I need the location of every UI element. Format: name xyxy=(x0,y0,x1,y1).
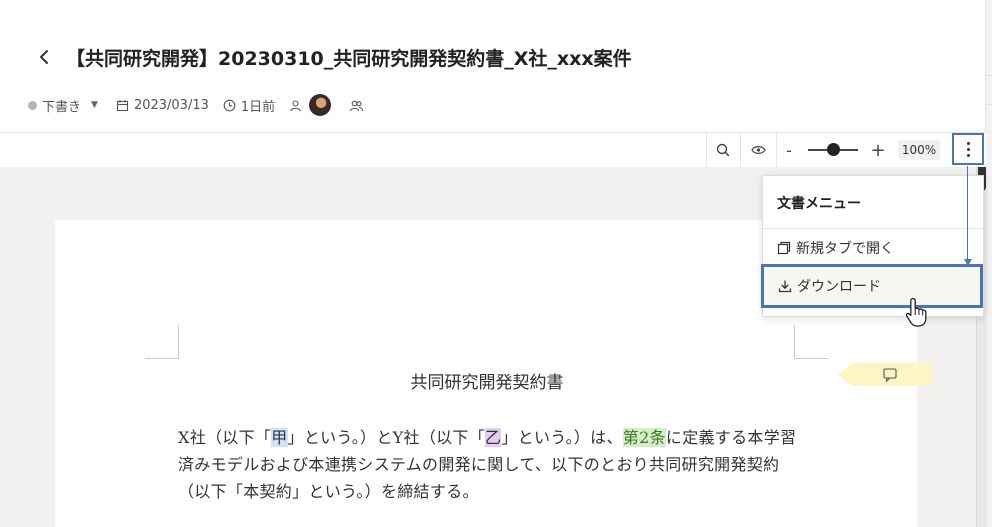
menu-heading: 文書メニュー xyxy=(777,196,861,212)
page-title: 【共同研究開発】20230310_共同研究開発契約書_X社_xxx案件 xyxy=(66,48,632,70)
eye-icon xyxy=(750,146,766,154)
document-title: 共同研究開発契約書 xyxy=(410,373,564,393)
highlight-clause-link[interactable]: 第2条 xyxy=(622,428,666,447)
paragraph-text: X社（以下「 xyxy=(178,428,272,447)
paragraph-text: 」という。）は、 xyxy=(501,428,623,447)
zoom-slider-handle[interactable] xyxy=(826,143,840,156)
toolbar-divider xyxy=(776,133,777,167)
menu-item-download[interactable]: ダウンロード xyxy=(761,264,983,308)
right-panel-divider xyxy=(986,75,992,105)
hand-pointer-cursor-icon xyxy=(905,297,927,327)
search-icon xyxy=(716,143,730,157)
annotation-arrow-head-icon xyxy=(964,259,972,266)
kebab-dot-icon xyxy=(966,153,970,157)
people-icon[interactable] xyxy=(349,99,364,112)
back-button[interactable] xyxy=(34,44,54,70)
more-menu-button[interactable] xyxy=(952,133,984,165)
menu-item-label: 新規タブで開く xyxy=(796,241,894,257)
viewer-toolbar: - + 100% xyxy=(0,132,986,168)
status-label: 下書き xyxy=(42,99,82,115)
search-button[interactable] xyxy=(707,133,739,167)
crop-mark-top-left xyxy=(145,325,179,359)
date-label: 2023/03/13 xyxy=(133,97,209,113)
annotation-arrow-line xyxy=(967,166,968,262)
status-dot-icon xyxy=(28,100,37,110)
kebab-dot-icon xyxy=(966,141,970,145)
preview-button[interactable] xyxy=(741,133,775,167)
kebab-dot-icon xyxy=(966,147,970,151)
zoom-slider[interactable] xyxy=(808,143,858,156)
menu-item-label: ダウンロード xyxy=(797,279,881,295)
clock-icon xyxy=(223,99,236,112)
menu-item-open-new-tab[interactable]: 新規タブで開く xyxy=(763,229,983,267)
chevron-left-icon xyxy=(40,50,48,64)
updated-item: 1日前 xyxy=(223,96,275,115)
date-item: 2023/03/13 xyxy=(116,98,209,113)
open-in-new-tab-icon xyxy=(777,241,791,255)
zoom-out-button[interactable]: - xyxy=(782,133,796,167)
crop-mark-top-right xyxy=(794,325,828,359)
highlight-party-a[interactable]: 甲 xyxy=(271,428,288,447)
status-dropdown[interactable]: 下書き ▼ xyxy=(28,96,116,115)
avatar[interactable] xyxy=(309,94,332,116)
relative-time-label: 1日前 xyxy=(240,99,276,115)
document-menu: 文書メニュー 新規タブで開く ダウンロード xyxy=(761,175,984,317)
document-meta: 下書き ▼ 2023/03/13 1日前 xyxy=(28,94,369,116)
zoom-in-button[interactable]: + xyxy=(868,133,888,167)
comment-marker[interactable] xyxy=(838,363,932,386)
caret-down-icon: ▼ xyxy=(91,100,98,110)
calendar-icon xyxy=(116,99,129,112)
person-icon xyxy=(289,99,302,112)
paragraph-text: 」という。）とY社（以下「 xyxy=(287,428,486,447)
download-icon xyxy=(778,279,792,293)
highlight-party-b[interactable]: 乙 xyxy=(485,428,502,447)
zoom-level[interactable]: 100% xyxy=(898,140,940,160)
document-paragraph[interactable]: X社（以下「甲」という。）とY社（以下「乙」という。）は、第2条に定義する本学習… xyxy=(178,424,798,505)
